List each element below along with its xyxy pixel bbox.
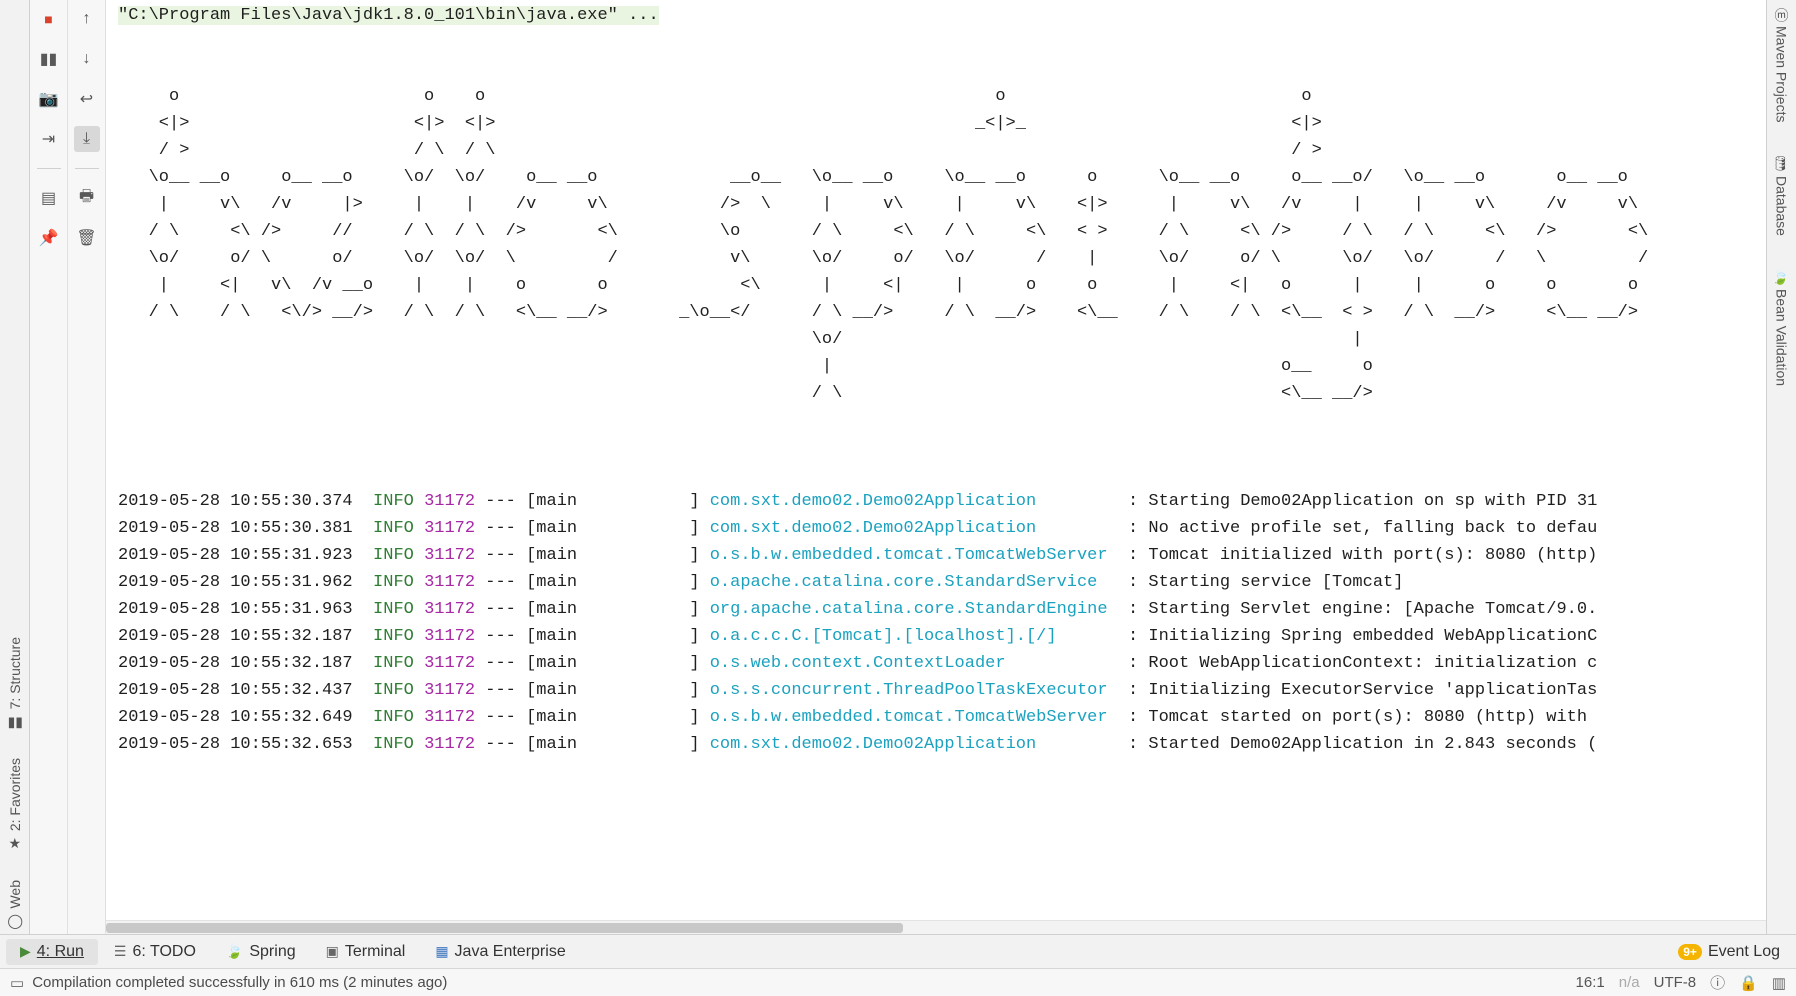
down-stack-button[interactable]: ↓ [74, 46, 100, 72]
maven-tab[interactable]: ⓜMaven Projects [1770, 4, 1794, 126]
run-tab[interactable]: ▶4: Run [6, 939, 98, 965]
console-wrapper: "C:\Program Files\Java\jdk1.8.0_101\bin\… [106, 0, 1766, 934]
scroll-end-button[interactable]: ⤓ [74, 126, 100, 152]
todo-tab[interactable]: ☰6: TODO [100, 939, 210, 965]
log-line: 2019-05-28 10:55:32.437 INFO 31172 --- [… [118, 681, 1597, 700]
play-icon: ▶ [20, 943, 31, 960]
right-tool-stripe: ⓜMaven Projects 🛢Database 🍃Bean Validati… [1766, 0, 1796, 934]
clear-all-button[interactable]: 🗑 [74, 225, 100, 251]
dump-threads-button[interactable]: 📷 [36, 86, 62, 112]
java-ee-icon: ▦ [435, 943, 448, 960]
terminal-icon: ▣ [326, 943, 339, 960]
maven-icon: ⓜ [1772, 8, 1792, 22]
structure-tab[interactable]: ▮▮7: Structure [5, 633, 25, 734]
console-output[interactable]: "C:\Program Files\Java\jdk1.8.0_101\bin\… [106, 0, 1766, 920]
log-line: 2019-05-28 10:55:31.962 INFO 31172 --- [… [118, 573, 1403, 592]
left-tool-stripe: ▮▮7: Structure ★2: Favorites ◯Web [0, 0, 30, 934]
caret-position[interactable]: 16:1 [1576, 974, 1605, 991]
event-count-badge: 9+ [1678, 944, 1702, 960]
log-line: 2019-05-28 10:55:31.963 INFO 31172 --- [… [118, 600, 1597, 619]
bottom-tool-tabs: ▶4: Run ☰6: TODO 🍃Spring ▣Terminal ▦Java… [0, 934, 1796, 968]
structure-icon: ▮▮ [7, 713, 22, 730]
console-toolbar: ↑ ↓ ↩ ⤓ 🖶 🗑 [68, 0, 106, 934]
star-icon: ★ [8, 835, 21, 852]
lock-icon[interactable]: 🔒 [1739, 974, 1758, 992]
stop-button[interactable]: ■ [36, 6, 62, 32]
log-line: 2019-05-28 10:55:32.187 INFO 31172 --- [… [118, 627, 1597, 646]
scroll-thumb[interactable] [106, 923, 903, 933]
log-line: 2019-05-28 10:55:32.187 INFO 31172 --- [… [118, 654, 1597, 673]
status-na: n/a [1619, 974, 1640, 991]
up-stack-button[interactable]: ↑ [74, 6, 100, 32]
soft-wrap-button[interactable]: ↩ [74, 86, 100, 112]
terminal-tab[interactable]: ▣Terminal [312, 939, 420, 965]
pause-button[interactable]: ▮▮ [36, 46, 62, 72]
inspections-icon[interactable]: ⓘ [1710, 972, 1725, 993]
horizontal-scrollbar[interactable] [106, 920, 1766, 934]
command-line: "C:\Program Files\Java\jdk1.8.0_101\bin\… [118, 6, 659, 25]
print-button[interactable]: 🖶 [74, 185, 100, 211]
event-log-button[interactable]: 9+Event Log [1668, 939, 1790, 965]
status-bar: ▭ Compilation completed successfully in … [0, 968, 1796, 996]
list-icon: ☰ [114, 943, 127, 960]
database-tab[interactable]: 🛢Database [1772, 150, 1792, 240]
globe-icon: ◯ [7, 913, 23, 930]
pin-button[interactable]: 📌 [36, 225, 62, 251]
log-line: 2019-05-28 10:55:32.653 INFO 31172 --- [… [118, 735, 1597, 754]
java-ee-tab[interactable]: ▦Java Enterprise [421, 939, 579, 965]
status-message: Compilation completed successfully in 61… [32, 974, 447, 991]
web-tab[interactable]: ◯Web [5, 876, 25, 934]
status-icon[interactable]: ▭ [10, 974, 24, 992]
spring-tab[interactable]: 🍃Spring [212, 939, 310, 965]
log-line: 2019-05-28 10:55:30.381 INFO 31172 --- [… [118, 519, 1597, 538]
log-line: 2019-05-28 10:55:30.374 INFO 31172 --- [… [118, 492, 1597, 511]
ascii-banner: o o o o o <|> <|> <|> _<| [118, 87, 1648, 403]
exit-button[interactable]: ⇥ [36, 126, 62, 152]
favorites-tab[interactable]: ★2: Favorites [5, 754, 25, 856]
file-encoding[interactable]: UTF-8 [1654, 974, 1697, 991]
spring-icon: 🍃 [226, 943, 243, 960]
bean-validation-tab[interactable]: 🍃Bean Validation [1772, 264, 1792, 390]
log-line: 2019-05-28 10:55:31.923 INFO 31172 --- [… [118, 546, 1597, 565]
memory-icon[interactable]: ▥ [1772, 974, 1786, 992]
bean-icon: 🍃 [1774, 268, 1790, 285]
layout-button[interactable]: ▤ [36, 185, 62, 211]
database-icon: 🛢 [1774, 154, 1790, 172]
log-line: 2019-05-28 10:55:32.649 INFO 31172 --- [… [118, 708, 1597, 727]
run-toolbar: ■ ▮▮ 📷 ⇥ ▤ 📌 [30, 0, 68, 934]
